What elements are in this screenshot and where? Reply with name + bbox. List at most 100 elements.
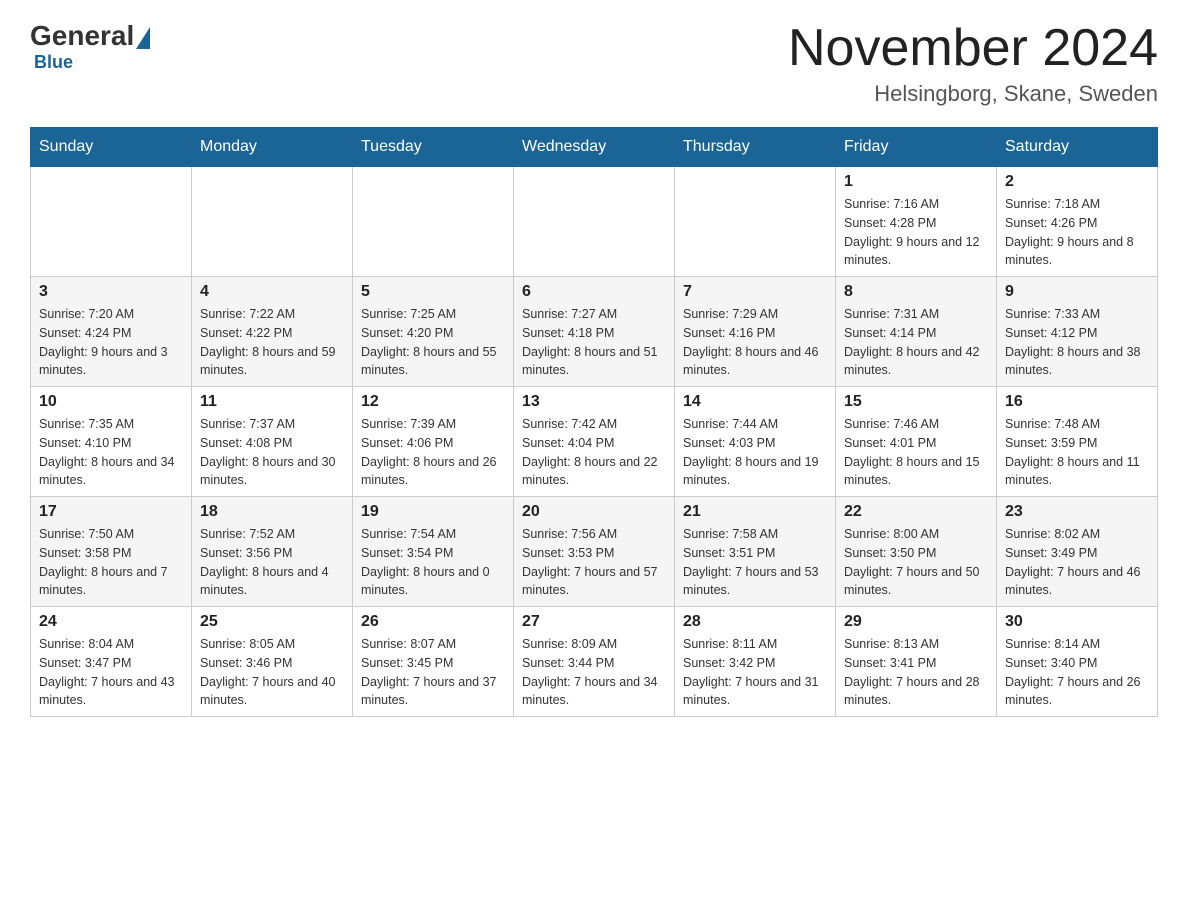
day-number: 2 <box>1005 173 1149 191</box>
logo: General Blue <box>30 20 150 73</box>
day-number: 4 <box>200 283 344 301</box>
day-info: Sunrise: 7:25 AMSunset: 4:20 PMDaylight:… <box>361 305 505 380</box>
col-header-sunday: Sunday <box>31 128 192 167</box>
day-number: 3 <box>39 283 183 301</box>
day-info: Sunrise: 7:56 AMSunset: 3:53 PMDaylight:… <box>522 525 666 600</box>
day-number: 10 <box>39 393 183 411</box>
calendar-week-3: 17 Sunrise: 7:50 AMSunset: 3:58 PMDayligh… <box>31 497 1158 607</box>
day-number: 27 <box>522 613 666 631</box>
logo-general-text: General <box>30 20 134 52</box>
day-info: Sunrise: 8:04 AMSunset: 3:47 PMDaylight:… <box>39 635 183 710</box>
day-info: Sunrise: 7:29 AMSunset: 4:16 PMDaylight:… <box>683 305 827 380</box>
logo-triangle-icon <box>136 27 150 49</box>
day-number: 7 <box>683 283 827 301</box>
calendar-week-1: 3Sunrise: 7:20 AMSunset: 4:24 PMDaylight… <box>31 277 1158 387</box>
calendar-cell <box>353 167 514 277</box>
calendar-cell: 22Sunrise: 8:00 AMSunset: 3:50 PMDayligh… <box>836 497 997 607</box>
day-number: 18 <box>200 503 344 521</box>
calendar-table: SundayMondayTuesdayWednesdayThursdayFrid… <box>30 127 1158 717</box>
col-header-saturday: Saturday <box>997 128 1158 167</box>
day-info: Sunrise: 7:35 AMSunset: 4:10 PMDaylight:… <box>39 415 183 490</box>
calendar-cell: 24 Sunrise: 8:04 AMSunset: 3:47 PMDayligh… <box>31 607 192 717</box>
day-info: Sunrise: 7:16 AMSunset: 4:28 PMDaylight:… <box>844 195 988 270</box>
day-number: 29 <box>844 613 988 631</box>
calendar-cell: 17 Sunrise: 7:50 AMSunset: 3:58 PMDayligh… <box>31 497 192 607</box>
logo-blue-text: Blue <box>34 52 73 72</box>
day-number: 28 <box>683 613 827 631</box>
calendar-week-0: 1Sunrise: 7:16 AMSunset: 4:28 PMDaylight… <box>31 167 1158 277</box>
day-number: 16 <box>1005 393 1149 411</box>
calendar-cell: 10 Sunrise: 7:35 AMSunset: 4:10 PMDayligh… <box>31 387 192 497</box>
calendar-cell: 13 Sunrise: 7:42 AMSunset: 4:04 PMDayligh… <box>514 387 675 497</box>
day-number: 6 <box>522 283 666 301</box>
day-number: 15 <box>844 393 988 411</box>
day-info: Sunrise: 7:52 AMSunset: 3:56 PMDaylight:… <box>200 525 344 600</box>
calendar-cell <box>31 167 192 277</box>
calendar-cell <box>675 167 836 277</box>
day-info: Sunrise: 8:00 AMSunset: 3:50 PMDaylight:… <box>844 525 988 600</box>
col-header-wednesday: Wednesday <box>514 128 675 167</box>
calendar-cell: 30 Sunrise: 8:14 AMSunset: 3:40 PMDayligh… <box>997 607 1158 717</box>
day-number: 5 <box>361 283 505 301</box>
calendar-cell: 18 Sunrise: 7:52 AMSunset: 3:56 PMDayligh… <box>192 497 353 607</box>
month-title: November 2024 <box>788 20 1158 77</box>
day-info: Sunrise: 7:44 AMSunset: 4:03 PMDaylight:… <box>683 415 827 490</box>
day-info: Sunrise: 7:39 AMSunset: 4:06 PMDaylight:… <box>361 415 505 490</box>
calendar-cell: 8 Sunrise: 7:31 AMSunset: 4:14 PMDaylight… <box>836 277 997 387</box>
day-info: Sunrise: 7:42 AMSunset: 4:04 PMDaylight:… <box>522 415 666 490</box>
day-number: 25 <box>200 613 344 631</box>
calendar-cell: 26 Sunrise: 8:07 AMSunset: 3:45 PMDayligh… <box>353 607 514 717</box>
calendar-cell: 23 Sunrise: 8:02 AMSunset: 3:49 PMDayligh… <box>997 497 1158 607</box>
day-number: 19 <box>361 503 505 521</box>
title-section: November 2024 Helsingborg, Skane, Sweden <box>788 20 1158 107</box>
col-header-friday: Friday <box>836 128 997 167</box>
day-info: Sunrise: 7:58 AMSunset: 3:51 PMDaylight:… <box>683 525 827 600</box>
day-info: Sunrise: 7:22 AMSunset: 4:22 PMDaylight:… <box>200 305 344 380</box>
day-info: Sunrise: 7:18 AMSunset: 4:26 PMDaylight:… <box>1005 195 1149 270</box>
day-number: 23 <box>1005 503 1149 521</box>
calendar-cell: 4 Sunrise: 7:22 AMSunset: 4:22 PMDaylight… <box>192 277 353 387</box>
day-number: 20 <box>522 503 666 521</box>
calendar-cell: 25 Sunrise: 8:05 AMSunset: 3:46 PMDayligh… <box>192 607 353 717</box>
calendar-cell: 11Sunrise: 7:37 AMSunset: 4:08 PMDayligh… <box>192 387 353 497</box>
calendar-cell: 7 Sunrise: 7:29 AMSunset: 4:16 PMDaylight… <box>675 277 836 387</box>
day-info: Sunrise: 8:14 AMSunset: 3:40 PMDaylight:… <box>1005 635 1149 710</box>
day-info: Sunrise: 7:50 AMSunset: 3:58 PMDaylight:… <box>39 525 183 600</box>
calendar-cell: 2 Sunrise: 7:18 AMSunset: 4:26 PMDaylight… <box>997 167 1158 277</box>
day-number: 9 <box>1005 283 1149 301</box>
calendar-cell: 16 Sunrise: 7:48 AMSunset: 3:59 PMDayligh… <box>997 387 1158 497</box>
day-number: 8 <box>844 283 988 301</box>
day-number: 17 <box>39 503 183 521</box>
location-text: Helsingborg, Skane, Sweden <box>788 81 1158 107</box>
calendar-week-2: 10 Sunrise: 7:35 AMSunset: 4:10 PMDayligh… <box>31 387 1158 497</box>
calendar-cell <box>514 167 675 277</box>
calendar-cell: 5 Sunrise: 7:25 AMSunset: 4:20 PMDaylight… <box>353 277 514 387</box>
calendar-cell: 1Sunrise: 7:16 AMSunset: 4:28 PMDaylight… <box>836 167 997 277</box>
col-header-tuesday: Tuesday <box>353 128 514 167</box>
calendar-cell: 27Sunrise: 8:09 AMSunset: 3:44 PMDayligh… <box>514 607 675 717</box>
day-number: 26 <box>361 613 505 631</box>
calendar-cell: 21 Sunrise: 7:58 AMSunset: 3:51 PMDayligh… <box>675 497 836 607</box>
calendar-cell: 14 Sunrise: 7:44 AMSunset: 4:03 PMDayligh… <box>675 387 836 497</box>
day-number: 21 <box>683 503 827 521</box>
day-number: 30 <box>1005 613 1149 631</box>
calendar-cell: 12 Sunrise: 7:39 AMSunset: 4:06 PMDayligh… <box>353 387 514 497</box>
calendar-cell: 19Sunrise: 7:54 AMSunset: 3:54 PMDayligh… <box>353 497 514 607</box>
day-number: 24 <box>39 613 183 631</box>
day-number: 11 <box>200 393 344 411</box>
day-info: Sunrise: 7:31 AMSunset: 4:14 PMDaylight:… <box>844 305 988 380</box>
day-info: Sunrise: 7:27 AMSunset: 4:18 PMDaylight:… <box>522 305 666 380</box>
day-info: Sunrise: 7:33 AMSunset: 4:12 PMDaylight:… <box>1005 305 1149 380</box>
calendar-cell: 20 Sunrise: 7:56 AMSunset: 3:53 PMDayligh… <box>514 497 675 607</box>
day-info: Sunrise: 8:11 AMSunset: 3:42 PMDaylight:… <box>683 635 827 710</box>
day-info: Sunrise: 8:05 AMSunset: 3:46 PMDaylight:… <box>200 635 344 710</box>
calendar-cell <box>192 167 353 277</box>
day-number: 14 <box>683 393 827 411</box>
day-info: Sunrise: 8:07 AMSunset: 3:45 PMDaylight:… <box>361 635 505 710</box>
day-number: 13 <box>522 393 666 411</box>
day-number: 12 <box>361 393 505 411</box>
day-info: Sunrise: 8:13 AMSunset: 3:41 PMDaylight:… <box>844 635 988 710</box>
day-info: Sunrise: 7:48 AMSunset: 3:59 PMDaylight:… <box>1005 415 1149 490</box>
col-header-monday: Monday <box>192 128 353 167</box>
day-info: Sunrise: 8:02 AMSunset: 3:49 PMDaylight:… <box>1005 525 1149 600</box>
